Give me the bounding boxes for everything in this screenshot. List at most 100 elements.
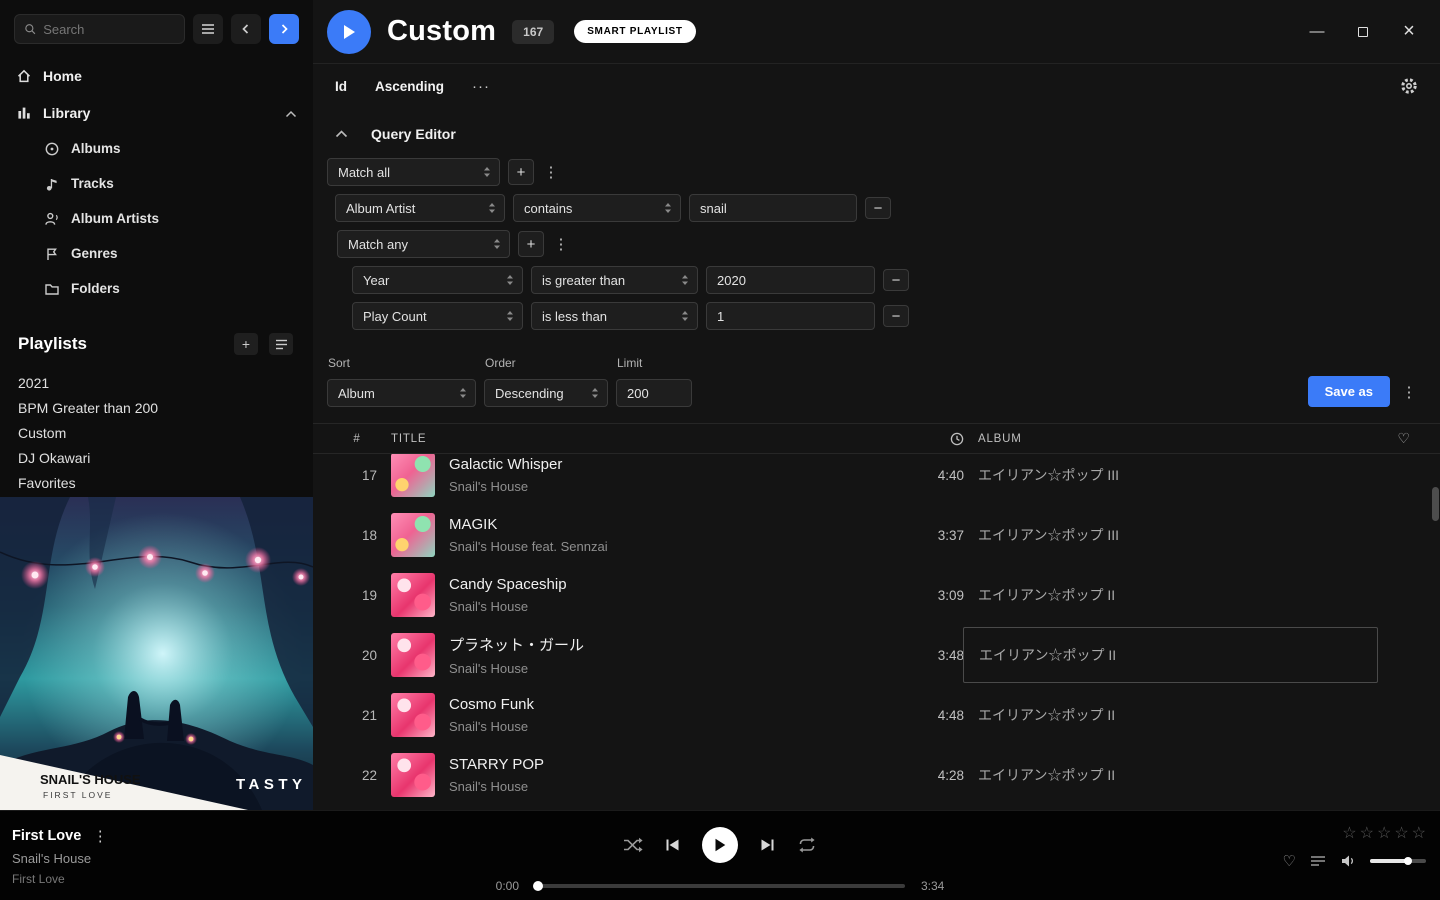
remove-rule-button[interactable]: − [865, 197, 891, 219]
favorite-button[interactable]: ♡ [1283, 852, 1296, 870]
nav-forward-button[interactable] [269, 14, 299, 44]
rule-value-input[interactable] [706, 302, 875, 330]
track-artist[interactable]: Snail's House feat. Sennzai [449, 539, 870, 554]
nav-back-button[interactable] [231, 14, 261, 44]
collapse-query-button[interactable] [329, 124, 353, 144]
volume-knob[interactable] [1404, 857, 1412, 865]
sidebar-item-library[interactable]: Library [0, 94, 313, 131]
group-options-button[interactable]: ⋮ [542, 163, 560, 181]
column-album[interactable]: ALBUM [978, 433, 1378, 445]
track-album[interactable]: エイリアン☆ポップ II [978, 765, 1378, 785]
star-icon[interactable]: ☆ [1360, 823, 1374, 843]
match-type-select[interactable]: Match any [337, 230, 510, 258]
track-artist[interactable]: Snail's House [449, 661, 870, 676]
rating-stars[interactable]: ☆ ☆ ☆ ☆ ☆ [1342, 823, 1426, 843]
track-album[interactable]: エイリアン☆ポップ III [978, 465, 1378, 485]
sidebar-item-folders[interactable]: Folders [0, 271, 313, 306]
track-row[interactable]: 17 Galactic Whisper Snail's House 4:40 エ… [313, 454, 1440, 505]
track-album[interactable]: エイリアン☆ポップ II [978, 585, 1378, 605]
scrollbar-thumb[interactable] [1432, 487, 1439, 521]
playlist-item[interactable]: BPM Greater than 200 [0, 395, 313, 420]
now-playing-options-button[interactable]: ⋮ [91, 827, 109, 845]
previous-track-button[interactable] [665, 838, 680, 852]
track-artist[interactable]: Snail's House [449, 479, 870, 494]
close-button[interactable]: × [1400, 23, 1418, 41]
sort-field-button[interactable]: Id [335, 79, 347, 94]
limit-input[interactable] [616, 379, 692, 407]
rule-field-select[interactable]: Album Artist [335, 194, 505, 222]
queue-button[interactable] [1310, 855, 1326, 867]
rule-operator-select[interactable]: is greater than [531, 266, 698, 294]
playlist-list-button[interactable] [269, 333, 293, 355]
rule-operator-select[interactable]: is less than [531, 302, 698, 330]
favorite-column-heart-icon[interactable]: ♡ [1392, 430, 1416, 447]
track-row[interactable]: 21 Cosmo Funk Snail's House 4:48 エイリアン☆ポ… [313, 685, 1440, 745]
rule-field-select[interactable]: Year [352, 266, 523, 294]
track-row[interactable]: 19 Candy Spaceship Snail's House 3:09 エイ… [313, 565, 1440, 625]
search-input[interactable] [43, 22, 175, 37]
save-options-button[interactable]: ⋮ [1400, 383, 1418, 401]
seek-slider[interactable] [535, 884, 905, 888]
rule-value-input[interactable] [689, 194, 857, 222]
maximize-button[interactable] [1354, 23, 1372, 41]
more-options-button[interactable]: ··· [472, 78, 490, 95]
track-artist[interactable]: Snail's House [449, 599, 870, 614]
star-icon[interactable]: ☆ [1394, 823, 1408, 843]
add-playlist-button[interactable]: + [234, 333, 258, 355]
star-icon[interactable]: ☆ [1412, 823, 1426, 843]
rule-operator-select[interactable]: contains [513, 194, 681, 222]
add-rule-button[interactable]: + [518, 231, 544, 257]
duration-column-clock-icon[interactable] [950, 432, 964, 446]
sidebar-item-albums[interactable]: Albums [0, 131, 313, 166]
table-body[interactable]: 17 Galactic Whisper Snail's House 4:40 エ… [313, 454, 1440, 810]
minimize-button[interactable]: — [1308, 23, 1326, 41]
column-title[interactable]: TITLE [391, 433, 870, 445]
chevron-up-icon[interactable] [285, 105, 297, 121]
search-box[interactable] [14, 14, 185, 44]
track-album-focused-cell[interactable]: エイリアン☆ポップ II [963, 627, 1378, 683]
track-artist[interactable]: Snail's House [449, 719, 870, 734]
track-row[interactable]: 20 プラネット・ガール Snail's House 3:48 エイリアン☆ポッ… [313, 625, 1440, 685]
track-row[interactable]: 18 MAGIK Snail's House feat. Sennzai 3:3… [313, 505, 1440, 565]
sidebar-item-home[interactable]: Home [0, 57, 313, 94]
play-pause-button[interactable] [702, 827, 738, 863]
remove-rule-button[interactable]: − [883, 305, 909, 327]
track-album[interactable]: エイリアン☆ポップ II [978, 705, 1378, 725]
playlist-item[interactable]: Favorites [0, 470, 313, 495]
match-type-select[interactable]: Match all [327, 158, 500, 186]
playlist-item[interactable]: Custom [0, 420, 313, 445]
play-playlist-button[interactable] [327, 10, 371, 54]
menu-button[interactable] [193, 14, 223, 44]
track-row[interactable]: 22 STARRY POP Snail's House 4:28 エイリアン☆ポ… [313, 745, 1440, 805]
now-playing-cover-art[interactable]: SNAIL'S HOUSE FIRST LOVE TASTY [0, 497, 313, 810]
now-playing-album[interactable]: First Love [12, 872, 109, 886]
track-album[interactable]: エイリアン☆ポップ III [978, 525, 1378, 545]
track-artist[interactable]: Snail's House [449, 779, 870, 794]
rule-value-input[interactable] [706, 266, 875, 294]
remove-rule-button[interactable]: − [883, 269, 909, 291]
next-track-button[interactable] [760, 838, 775, 852]
sidebar-item-tracks[interactable]: Tracks [0, 166, 313, 201]
playlist-item[interactable]: DJ Okawari [0, 445, 313, 470]
settings-button[interactable] [1400, 77, 1418, 95]
sidebar-item-genres[interactable]: Genres [0, 236, 313, 271]
sort-direction-button[interactable]: Ascending [375, 79, 444, 94]
sort-select[interactable]: Album [327, 379, 476, 407]
star-icon[interactable]: ☆ [1377, 823, 1391, 843]
sidebar-item-album-artists[interactable]: Album Artists [0, 201, 313, 236]
add-rule-button[interactable]: + [508, 159, 534, 185]
repeat-button[interactable] [797, 837, 817, 853]
group-options-button[interactable]: ⋮ [552, 235, 570, 253]
column-number[interactable]: # [337, 433, 377, 445]
playlist-item[interactable]: 2021 [0, 370, 313, 395]
order-select[interactable]: Descending [484, 379, 608, 407]
now-playing-artist[interactable]: Snail's House [12, 851, 109, 866]
rule-field-select[interactable]: Play Count [352, 302, 523, 330]
volume-button[interactable] [1340, 854, 1356, 868]
now-playing-title[interactable]: First Love [12, 828, 81, 844]
volume-slider[interactable] [1370, 859, 1426, 863]
shuffle-button[interactable] [623, 837, 643, 853]
seek-knob[interactable] [533, 881, 543, 891]
save-as-button[interactable]: Save as [1308, 376, 1390, 407]
star-icon[interactable]: ☆ [1342, 823, 1356, 843]
